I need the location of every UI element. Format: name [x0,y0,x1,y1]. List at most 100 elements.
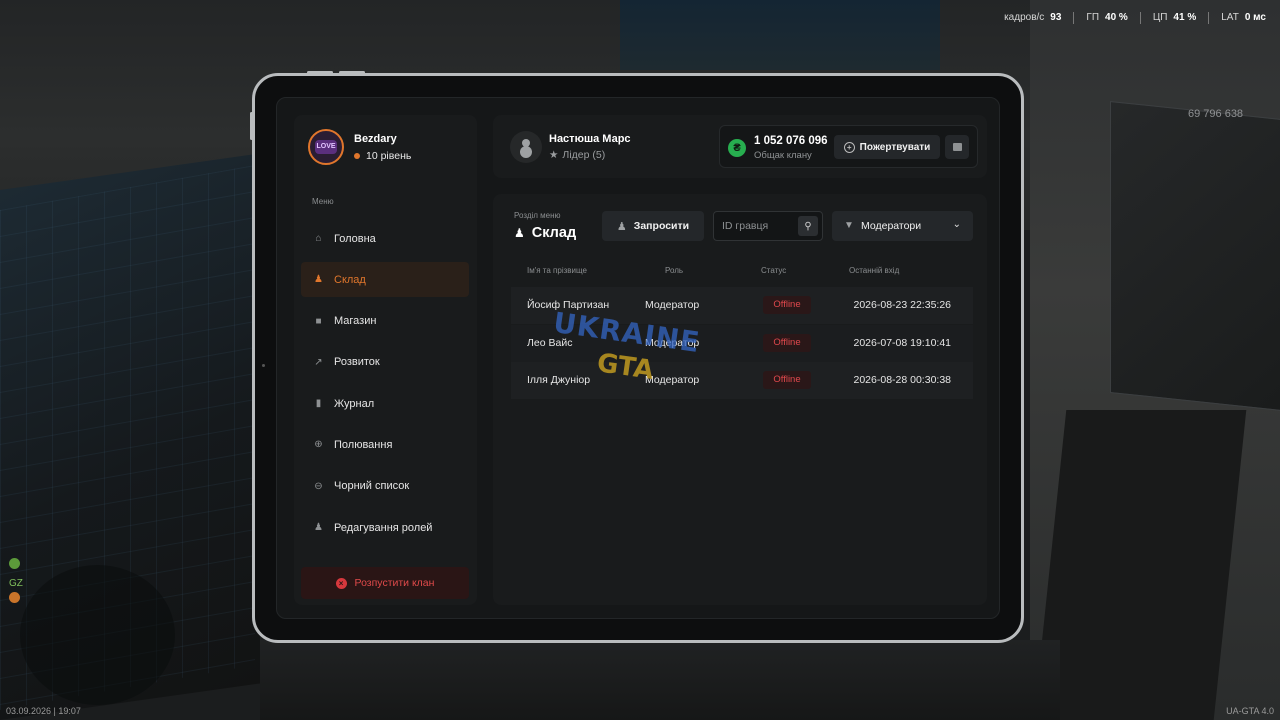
sidebar-item-warehouse[interactable]: ♟ Склад [301,262,469,298]
lat-label: LAT [1221,12,1239,23]
leader-role: Лідер (5) [562,149,606,161]
table-row[interactable]: Йосиф Партизан Модератор Offline 2026-08… [511,287,973,324]
member-last-login: 2026-07-08 19:10:41 [853,336,952,349]
member-role: Модератор [645,299,700,311]
sidebar-item-development[interactable]: ↗ Розвиток [301,345,469,380]
sidebar-item-label: Чорний список [334,480,410,493]
cpu-label: ЦП [1152,12,1168,23]
tablet-button [307,71,333,74]
sidebar-item-label: Журнал [334,397,375,410]
gift-button[interactable] [945,135,969,159]
filter-value: Модератори [861,220,922,232]
donate-label: Пожертвувати [859,141,931,153]
fund-amount: 1 052 076 096 [754,135,828,147]
fund-label: Общак клану [754,150,812,161]
sidebar: LOVE Bezdary 10 рівень Меню ⌂ Головна ♟ Ск… [294,115,477,605]
book-icon: ▮ [315,398,322,410]
search-icon: ⚲ [804,220,812,232]
tablet-device: LOVE Bezdary 10 рівень Меню ⌂ Головна ♟ Ск… [250,71,1024,643]
home-icon: ⌂ [315,233,322,244]
clan-fund: ₴ 1 052 076 096 Общак клану + Пожертвува… [719,125,978,168]
sidebar-item-label: Склад [334,273,366,286]
online-count: 69 796 638 [1188,108,1244,120]
performance-hud: кадров/с 93 ГП 40 % ЦП 41 % LAT 0 мс [1004,12,1266,24]
chevron-down-icon: ⌄ [952,219,961,230]
lat-value: 0 мс [1244,12,1266,23]
invite-label: Запросити [633,220,690,232]
sidebar-item-label: Полювання [334,438,393,451]
clan-name: Bezdary [354,132,397,145]
sidebar-item-journal[interactable]: ▮ Журнал [301,386,469,421]
section-caption: Розділ меню [514,211,561,220]
members-panel: Розділ меню ♟ Склад ♟ Запросити ⚲ ▼ Моде… [493,194,987,605]
crosshair-icon: ⊕ [314,439,323,451]
sidebar-menu: ⌂ Головна ♟ Склад ■ Магазин ↗ Розвиток ▮ Журн… [301,221,469,551]
role-filter-dropdown[interactable]: ▼ Модератори ⌄ [832,211,973,241]
member-last-login: 2026-08-23 22:35:26 [853,299,952,311]
currency-icon: ₴ [728,139,746,157]
gpu-label: ГП [1086,12,1100,23]
table-header: Ім'я та прізвище Роль Статус Останній вх… [511,266,973,280]
status-badge: Offline [763,371,811,390]
gift-icon [952,143,962,151]
clan-app: LOVE Bezdary 10 рівень Меню ⌂ Головна ♟ Ск… [276,97,1000,619]
sidebar-item-shop[interactable]: ■ Магазин [301,304,469,339]
level-dot-icon [354,152,360,159]
status-dot-icon [9,592,20,603]
header-bar: Настюша Марс ★ Лідер (5) ₴ 1 052 076 096 … [493,115,987,178]
menu-label: Меню [312,197,334,206]
fps-label: кадров/с [1004,12,1045,23]
member-name: Лео Вайс [527,336,573,349]
leader-avatar [510,131,542,163]
sidebar-item-home[interactable]: ⌂ Головна [301,221,469,256]
player-id-input[interactable] [722,212,798,240]
disband-label: Розпустити клан [354,577,435,589]
clan-logo: LOVE [315,140,337,154]
sidebar-item-hunting[interactable]: ⊕ Полювання [301,427,469,462]
sidebar-item-blacklist[interactable]: ⊖ Чорний список [301,469,469,504]
user-icon [522,139,530,147]
table-row[interactable]: Лео Вайс Модератор Offline 2026-07-08 19… [511,324,973,362]
shop-icon: ■ [315,315,322,327]
search-button[interactable]: ⚲ [798,216,818,236]
member-last-login: 2026-08-28 00:30:38 [853,374,952,387]
donate-button[interactable]: + Пожертвувати [834,135,940,159]
clan-level: 10 рівень [366,149,412,162]
plus-icon: + [843,141,855,153]
column-header-name: Ім'я та прізвище [527,266,587,275]
clan-leader: Настюша Марс ★ Лідер (5) [510,131,631,163]
status-badge: Offline [763,333,811,352]
tablet-button [250,112,253,140]
sidebar-item-roles[interactable]: ♟ Редагування ролей [301,510,469,545]
clan-avatar: LOVE [308,129,344,165]
close-circle-icon: × [335,577,347,589]
clan-profile: LOVE Bezdary 10 рівень [308,129,411,165]
column-header-last-login: Останній вхід [849,266,900,275]
sidebar-item-label: Головна [334,232,376,245]
add-user-icon: ♟ [616,220,627,233]
block-icon: ⊖ [314,480,323,492]
fps-value: 93 [1050,12,1062,23]
column-header-status: Статус [761,266,787,275]
status-badges: GZ [9,558,23,609]
page-title: ♟ Склад [514,225,576,241]
member-name: Йосиф Партизан [527,299,610,311]
member-name: Ілля Джуніор [527,374,591,387]
disband-clan-button[interactable]: × Розпустити клан [301,567,469,599]
star-icon: ★ [549,149,559,161]
table-row[interactable]: Ілля Джуніор Модератор Offline 2026-08-2… [511,362,973,400]
members-table: Йосиф Партизан Модератор Offline 2026-08… [511,287,973,400]
invite-button[interactable]: ♟ Запросити [602,211,704,241]
user-icon: ♟ [314,522,323,534]
member-role: Модератор [645,336,700,349]
people-icon: ♟ [314,274,323,286]
build-version: UA-GTA 4.0 [1226,706,1274,716]
sidebar-item-label: Редагування ролей [334,521,433,534]
column-header-role: Роль [665,266,684,275]
page-title-text: Склад [531,225,577,241]
cpu-value: 41 % [1173,12,1197,23]
tablet-button [339,71,365,74]
status-badge: Offline [763,296,811,314]
camera-dot [262,364,265,367]
player-id-search: ⚲ [713,211,823,241]
